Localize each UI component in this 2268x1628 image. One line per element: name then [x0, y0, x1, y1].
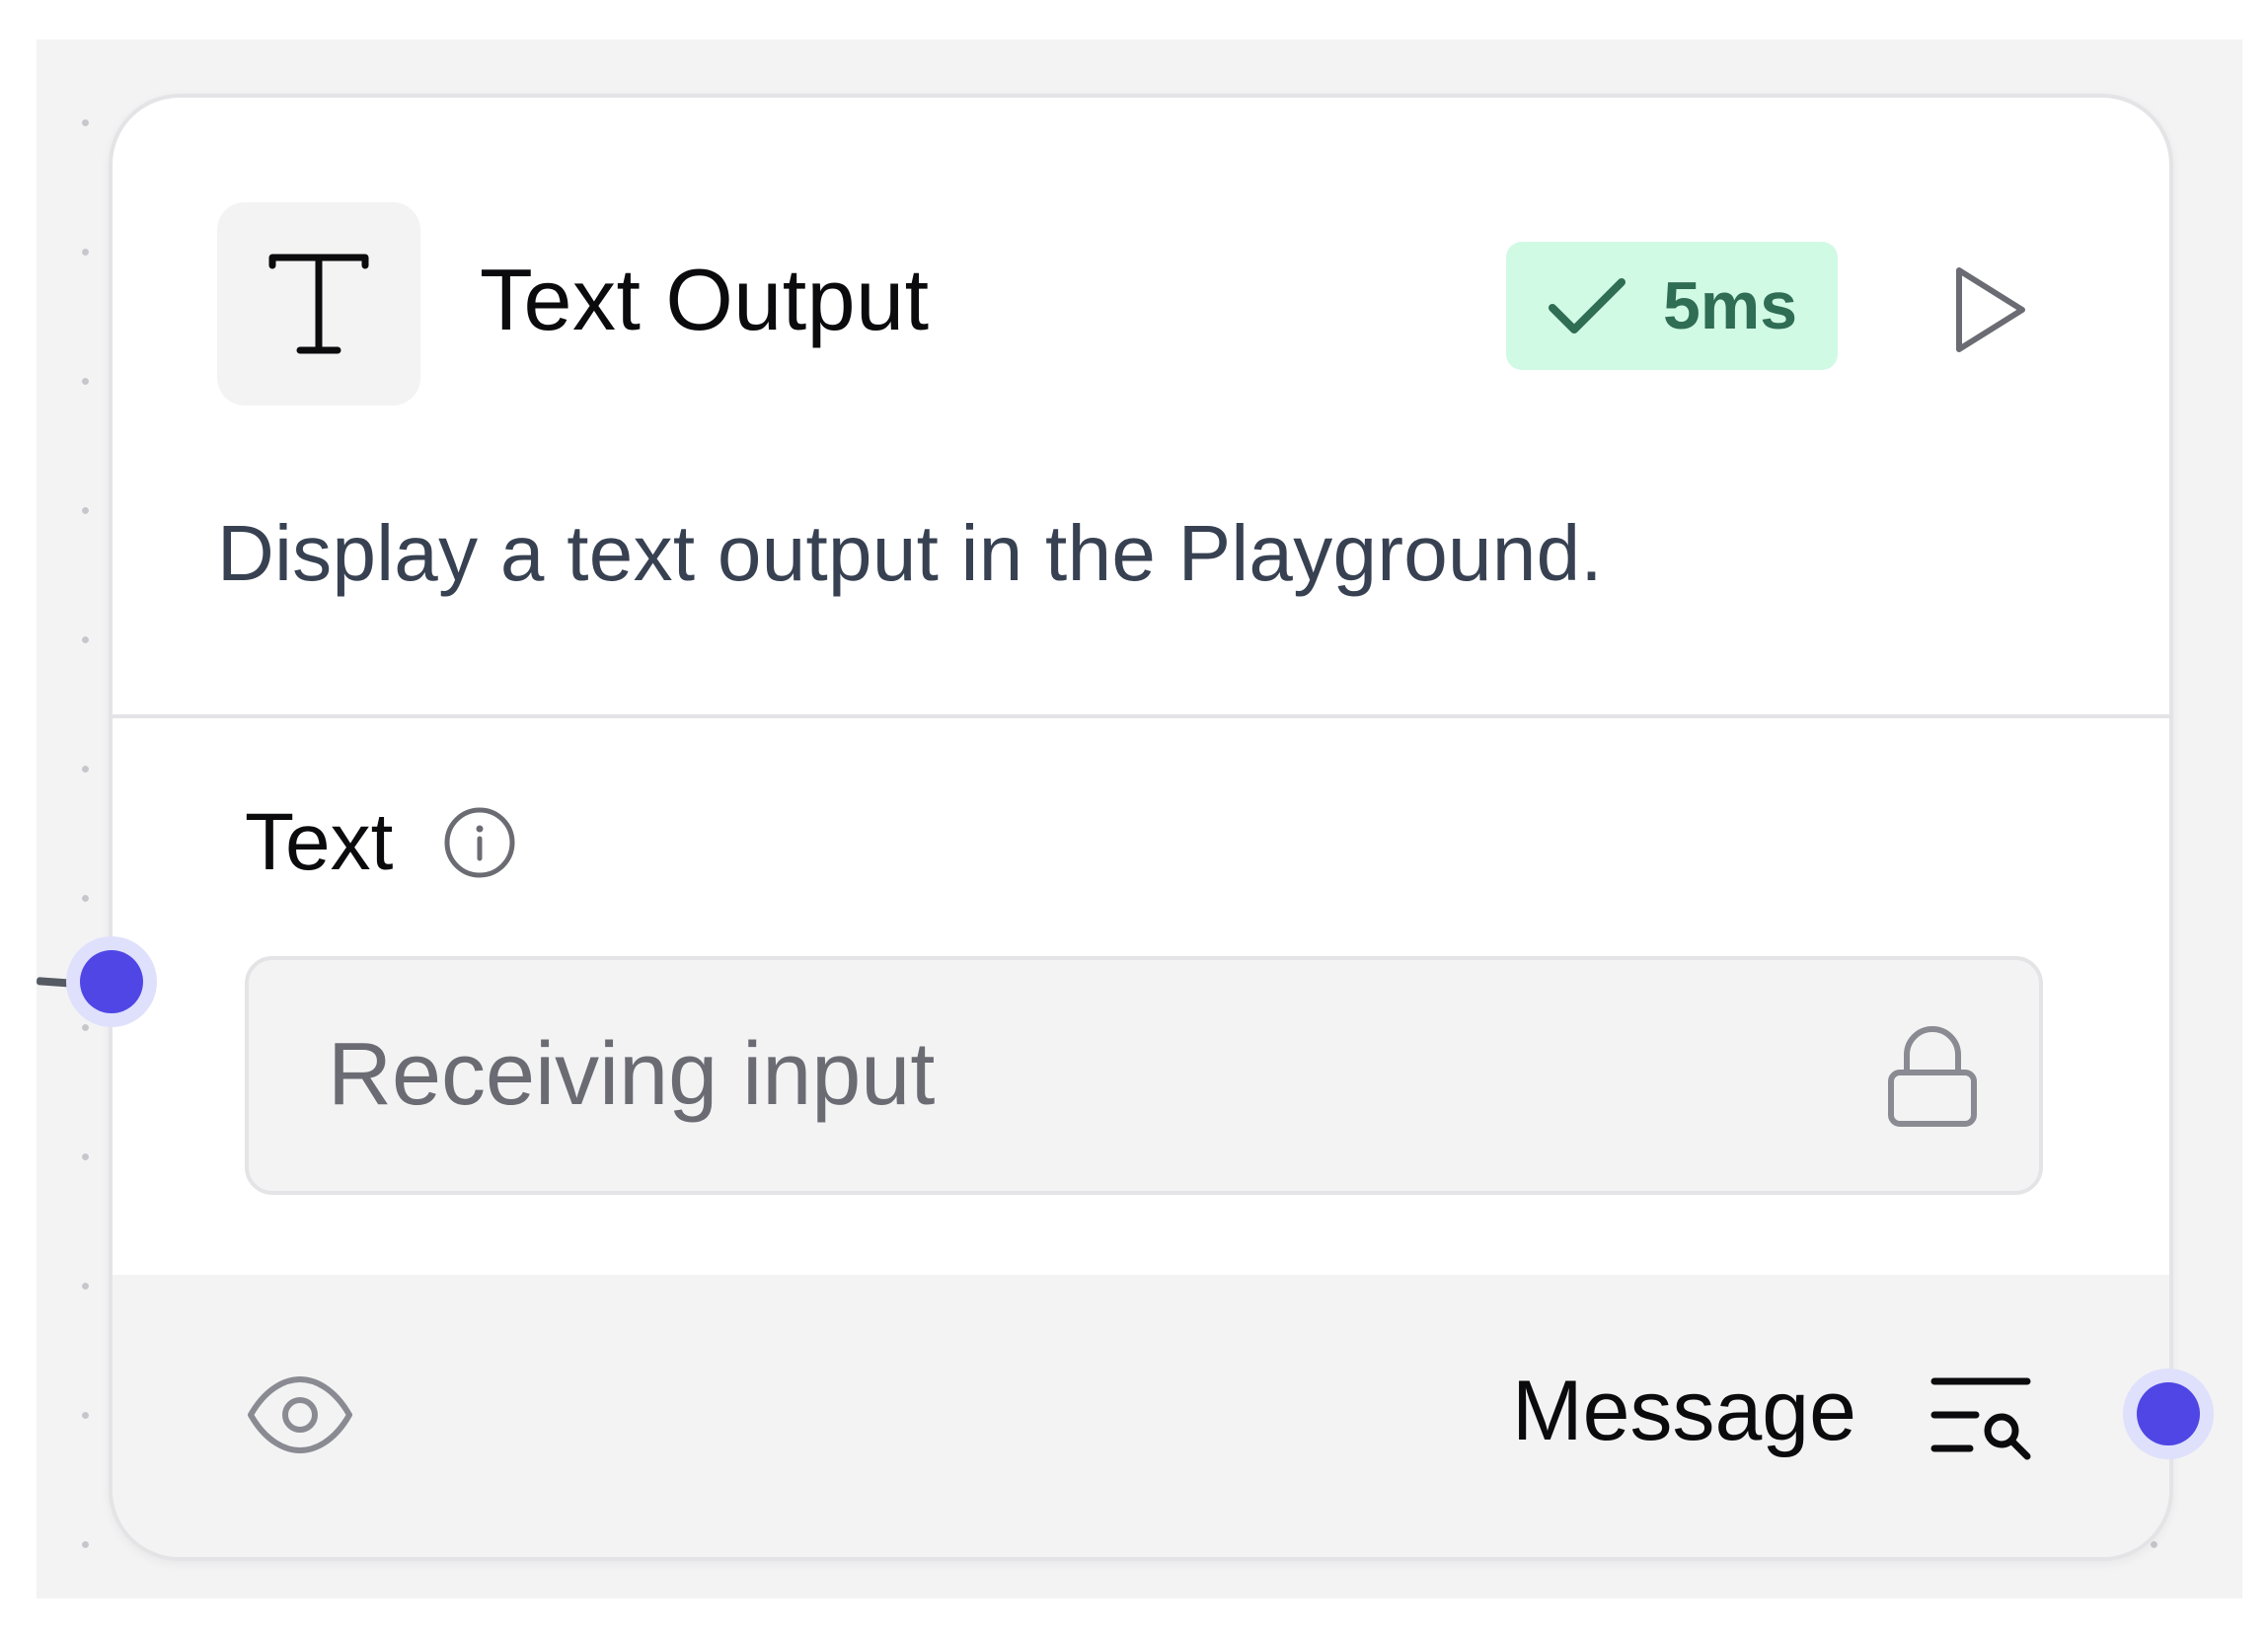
- text-input-field[interactable]: Receiving input: [245, 956, 2043, 1195]
- text-input-placeholder: Receiving input: [328, 1025, 936, 1124]
- text-field-label: Text: [245, 797, 394, 887]
- node-header: Text Output 5ms Display a text output in…: [113, 98, 2169, 719]
- text-T-icon: [268, 254, 369, 354]
- node-description: Display a text output in the Playground.: [217, 509, 1603, 597]
- build-status-badge[interactable]: 5ms: [1506, 242, 1838, 370]
- build-duration: 5ms: [1662, 268, 1798, 343]
- node-icon-container: [217, 202, 420, 406]
- header-divider: [113, 714, 2169, 718]
- input-handle[interactable]: [80, 950, 143, 1013]
- lock-icon: [1888, 1026, 1977, 1127]
- play-icon: [1956, 267, 2025, 352]
- text-output-node[interactable]: Text Output 5ms Display a text output in…: [109, 94, 2173, 1561]
- output-handle[interactable]: [2137, 1382, 2200, 1445]
- inspect-output-icon[interactable]: [1930, 1371, 2037, 1460]
- run-component-button[interactable]: [1927, 246, 2055, 374]
- output-label: Message: [1512, 1364, 1856, 1458]
- node-output-footer: Message: [113, 1275, 2169, 1557]
- eye-icon[interactable]: [245, 1375, 355, 1454]
- check-icon: [1548, 278, 1625, 333]
- node-title: Text Output: [480, 251, 930, 348]
- info-icon[interactable]: [442, 805, 517, 880]
